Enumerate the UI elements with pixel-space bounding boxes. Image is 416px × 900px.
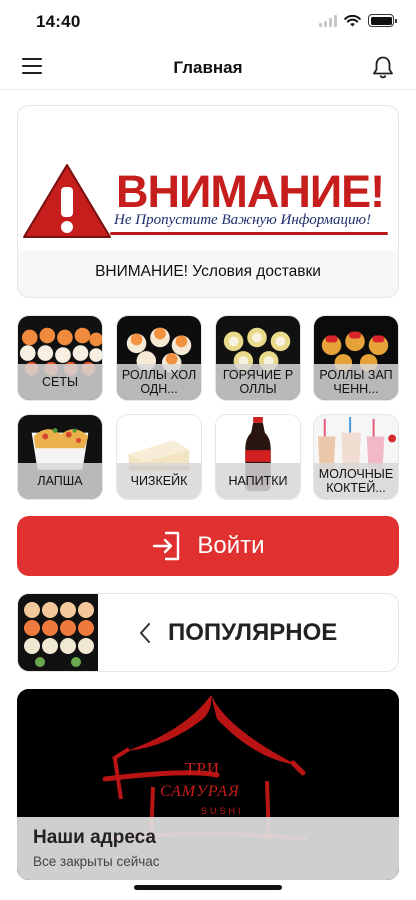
category-label: ЧИЗКЕЙК — [117, 463, 201, 499]
brand-name-line1: ТРИ — [185, 759, 221, 778]
popular-thumbnail-image — [18, 594, 98, 671]
category-sets[interactable]: СЕТЫ — [17, 315, 103, 401]
our-addresses-card[interactable]: ТРИ САМУРАЯ SUSHI Наши адреса Все закрыт… — [17, 689, 399, 880]
popular-label: ПОПУЛЯРНОЕ — [168, 619, 338, 646]
category-label: ГОРЯЧИЕ РОЛЛЫ — [216, 364, 300, 400]
category-cheesecake[interactable]: ЧИЗКЕЙК — [116, 414, 202, 500]
brand-name-line2: САМУРАЯ — [160, 783, 240, 800]
notice-banner: ВНИМАНИЕ! Не Пропустите Важную Информаци… — [18, 106, 398, 251]
delivery-notice-card[interactable]: ВНИМАНИЕ! Не Пропустите Важную Информаци… — [17, 105, 399, 298]
login-label: Войти — [197, 532, 265, 559]
category-label: ЛАПША — [18, 463, 102, 499]
notice-banner-subtitle: Не Пропустите Важную Информацию! — [114, 212, 372, 228]
category-label: РОЛЛЫ ЗАПЧЕНН... — [314, 364, 398, 400]
category-drinks[interactable]: НАПИТКИ — [215, 414, 301, 500]
wifi-icon — [344, 14, 361, 26]
battery-icon — [368, 14, 397, 27]
chevron-left-icon — [140, 623, 150, 643]
category-cold-rolls[interactable]: РОЛЛЫ ХОЛОДН... — [116, 315, 202, 401]
category-noodles[interactable]: ЛАПША — [17, 414, 103, 500]
status-bar: 14:40 — [0, 0, 416, 44]
warning-triangle-icon — [23, 164, 111, 238]
category-label: СЕТЫ — [18, 364, 102, 400]
address-title: Наши адреса — [33, 827, 156, 848]
category-milkshakes[interactable]: МОЛОЧНЫЕ КОКТЕЙ... — [313, 414, 399, 500]
address-overlay: Наши адреса Все закрыты сейчас — [17, 817, 399, 880]
notice-underline — [110, 232, 388, 235]
bell-icon[interactable] — [370, 54, 396, 80]
login-button[interactable]: Войти — [17, 516, 399, 576]
page-title: Главная — [173, 58, 243, 77]
notice-banner-word: ВНИМАНИЕ! — [116, 166, 385, 217]
brand-name-line3: SUSHI — [201, 806, 244, 816]
status-icons — [319, 14, 397, 27]
address-status: Все закрыты сейчас — [33, 854, 160, 869]
popular-section-card[interactable]: ПОПУЛЯРНОЕ — [17, 593, 399, 672]
category-hot-rolls[interactable]: ГОРЯЧИЕ РОЛЛЫ — [215, 315, 301, 401]
category-label: РОЛЛЫ ХОЛОДН... — [117, 364, 201, 400]
category-baked-rolls[interactable]: РОЛЛЫ ЗАПЧЕНН... — [313, 315, 399, 401]
cellular-signal-icon — [319, 14, 337, 27]
nav-bar: Главная — [0, 44, 416, 90]
category-label: МОЛОЧНЫЕ КОКТЕЙ... — [314, 463, 398, 499]
status-time: 14:40 — [36, 12, 81, 31]
notice-caption: ВНИМАНИЕ! Условия доставки — [95, 263, 321, 280]
home-indicator[interactable] — [134, 885, 282, 890]
login-icon — [153, 531, 180, 561]
category-label: НАПИТКИ — [216, 463, 300, 499]
